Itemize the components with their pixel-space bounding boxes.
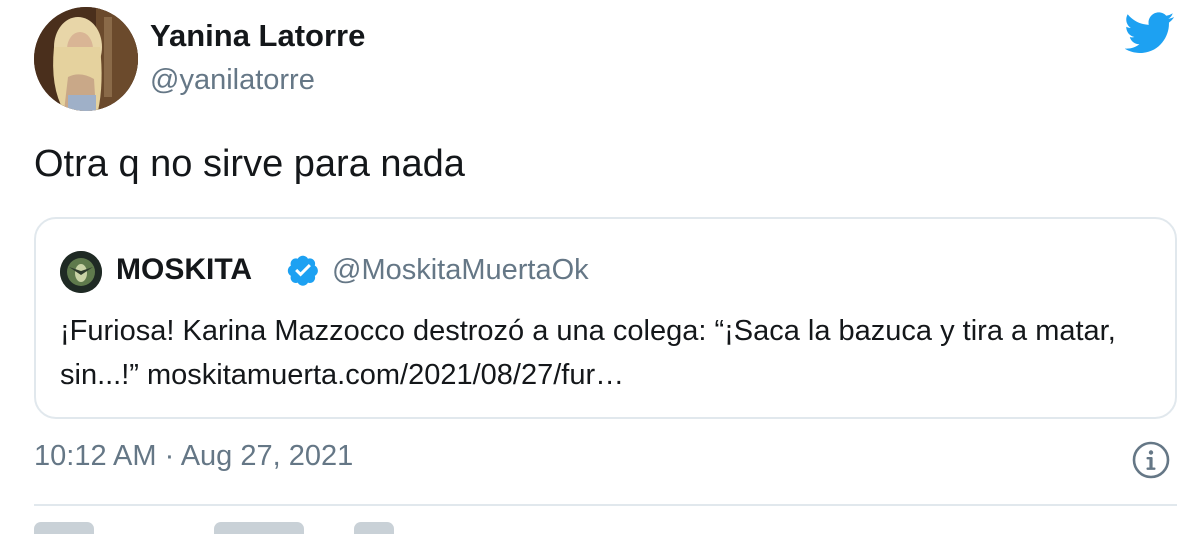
twitter-bird-icon[interactable] xyxy=(1125,12,1175,54)
quoted-author-avatar[interactable] xyxy=(60,251,102,293)
action-divider xyxy=(34,504,1177,506)
author-avatar[interactable] xyxy=(34,7,138,111)
quoted-author-handle[interactable]: @MoskitaMuertaOk xyxy=(332,254,589,287)
quoted-tweet-text: ¡Furiosa! Karina Mazzocco destrozó a una… xyxy=(60,315,1116,391)
tweet-text: Otra q no sirve para nada xyxy=(34,143,465,185)
author-display-name[interactable]: Yanina Latorre xyxy=(150,18,365,54)
quoted-tweet-card[interactable]: MOSKITA @MoskitaMuertaOk ¡Furiosa! Karin… xyxy=(34,217,1177,419)
profile-photo-icon xyxy=(34,7,138,111)
tweet-timestamp[interactable]: 10:12 AM · Aug 27, 2021 xyxy=(34,440,353,473)
info-icon[interactable] xyxy=(1131,440,1171,480)
tweet-embed: Yanina Latorre @yanilatorre Otra q no si… xyxy=(0,0,1200,534)
action-bar-cutoff xyxy=(34,522,454,534)
quoted-author-name[interactable]: MOSKITA xyxy=(116,253,252,287)
verified-badge-icon xyxy=(286,253,320,287)
author-handle[interactable]: @yanilatorre xyxy=(150,64,315,97)
moskita-logo-icon xyxy=(60,251,102,293)
